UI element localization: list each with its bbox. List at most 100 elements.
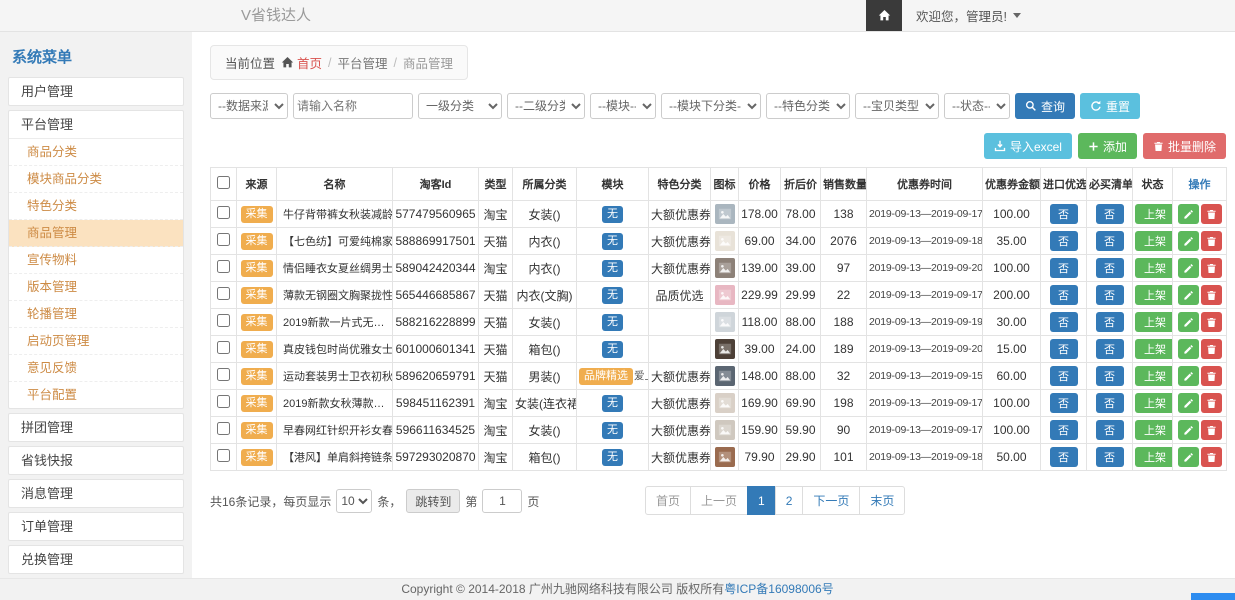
import-select-toggle[interactable]: 否 bbox=[1050, 393, 1078, 413]
edit-button[interactable] bbox=[1178, 204, 1199, 224]
user-menu[interactable]: 欢迎您，管理员! bbox=[902, 0, 1035, 31]
page-button-last[interactable]: 末页 bbox=[859, 486, 905, 515]
edit-button[interactable] bbox=[1178, 339, 1199, 359]
delete-button[interactable] bbox=[1201, 285, 1222, 305]
filter-item-type[interactable]: --宝贝类型-- bbox=[855, 93, 939, 119]
status-button[interactable]: 上架 bbox=[1135, 231, 1173, 251]
sidebar-subitem[interactable]: 模块商品分类 bbox=[9, 166, 183, 193]
status-button[interactable]: 上架 bbox=[1135, 447, 1173, 467]
filter-status[interactable]: --状态-- bbox=[944, 93, 1010, 119]
edit-button[interactable] bbox=[1178, 393, 1199, 413]
breadcrumb-home-link[interactable]: 首页 bbox=[297, 53, 322, 72]
row-checkbox[interactable] bbox=[217, 287, 230, 300]
sidebar-item[interactable]: 拼团管理 bbox=[9, 414, 183, 441]
page-button-prev[interactable]: 上一页 bbox=[690, 486, 748, 515]
page-button-page-2[interactable]: 2 bbox=[775, 486, 804, 515]
sidebar-subitem[interactable]: 意见反馈 bbox=[9, 355, 183, 382]
sidebar-subitem[interactable]: 轮播管理 bbox=[9, 301, 183, 328]
sidebar-subitem[interactable]: 宣传物料 bbox=[9, 247, 183, 274]
query-button[interactable]: 查询 bbox=[1015, 93, 1075, 119]
status-button[interactable]: 上架 bbox=[1135, 312, 1173, 332]
filter-name-input[interactable] bbox=[293, 93, 413, 119]
import-select-toggle[interactable]: 否 bbox=[1050, 420, 1078, 440]
delete-button[interactable] bbox=[1201, 258, 1222, 278]
home-button[interactable] bbox=[866, 0, 902, 31]
must-buy-toggle[interactable]: 否 bbox=[1096, 447, 1124, 467]
sidebar-item[interactable]: 兑换管理 bbox=[9, 546, 183, 573]
import-select-toggle[interactable]: 否 bbox=[1050, 339, 1078, 359]
edit-button[interactable] bbox=[1178, 366, 1199, 386]
edit-button[interactable] bbox=[1178, 420, 1199, 440]
must-buy-toggle[interactable]: 否 bbox=[1096, 204, 1124, 224]
sidebar-subitem[interactable]: 商品管理 bbox=[9, 220, 183, 247]
sidebar-subitem[interactable]: 启动页管理 bbox=[9, 328, 183, 355]
breadcrumb-platform-link[interactable]: 平台管理 bbox=[338, 53, 388, 72]
must-buy-toggle[interactable]: 否 bbox=[1096, 420, 1124, 440]
must-buy-toggle[interactable]: 否 bbox=[1096, 312, 1124, 332]
delete-button[interactable] bbox=[1201, 393, 1222, 413]
page-button-first[interactable]: 首页 bbox=[645, 486, 691, 515]
select-all-checkbox[interactable] bbox=[217, 176, 230, 189]
delete-button[interactable] bbox=[1201, 420, 1222, 440]
status-button[interactable]: 上架 bbox=[1135, 204, 1173, 224]
sidebar-subitem[interactable]: 版本管理 bbox=[9, 274, 183, 301]
filter-category-level1[interactable]: 一级分类 bbox=[418, 93, 502, 119]
add-button[interactable]: 添加 bbox=[1078, 133, 1137, 159]
import-select-toggle[interactable]: 否 bbox=[1050, 204, 1078, 224]
status-button[interactable]: 上架 bbox=[1135, 339, 1173, 359]
import-select-toggle[interactable]: 否 bbox=[1050, 285, 1078, 305]
row-checkbox[interactable] bbox=[217, 341, 230, 354]
must-buy-toggle[interactable]: 否 bbox=[1096, 258, 1124, 278]
per-page-select[interactable]: 10 bbox=[336, 489, 372, 513]
delete-button[interactable] bbox=[1201, 366, 1222, 386]
import-excel-button[interactable]: 导入excel bbox=[984, 133, 1072, 159]
status-button[interactable]: 上架 bbox=[1135, 420, 1173, 440]
status-button[interactable]: 上架 bbox=[1135, 366, 1173, 386]
delete-button[interactable] bbox=[1201, 231, 1222, 251]
filter-module-subcategory[interactable]: --模块下分类-- bbox=[661, 93, 761, 119]
must-buy-toggle[interactable]: 否 bbox=[1096, 366, 1124, 386]
status-button[interactable]: 上架 bbox=[1135, 285, 1173, 305]
row-checkbox[interactable] bbox=[217, 422, 230, 435]
row-checkbox[interactable] bbox=[217, 233, 230, 246]
row-checkbox[interactable] bbox=[217, 368, 230, 381]
delete-button[interactable] bbox=[1201, 204, 1222, 224]
batch-delete-button[interactable]: 批量删除 bbox=[1143, 133, 1226, 159]
sidebar-subitem[interactable]: 特色分类 bbox=[9, 193, 183, 220]
row-checkbox[interactable] bbox=[217, 449, 230, 462]
edit-button[interactable] bbox=[1178, 447, 1199, 467]
filter-module[interactable]: --模块-- bbox=[590, 93, 656, 119]
page-number-input[interactable] bbox=[482, 489, 522, 513]
icp-link[interactable]: 粤ICP备16098006号 bbox=[724, 582, 833, 596]
sidebar-item[interactable]: 用户管理 bbox=[9, 78, 183, 105]
edit-button[interactable] bbox=[1178, 231, 1199, 251]
sidebar-item[interactable]: 订单管理 bbox=[9, 513, 183, 540]
sidebar-item[interactable]: 省钱快报 bbox=[9, 447, 183, 474]
edit-button[interactable] bbox=[1178, 258, 1199, 278]
filter-data-source[interactable]: --数据来源-- bbox=[210, 93, 288, 119]
reset-button[interactable]: 重置 bbox=[1080, 93, 1140, 119]
delete-button[interactable] bbox=[1201, 447, 1222, 467]
jump-button[interactable]: 跳转到 bbox=[406, 489, 460, 513]
filter-category-level2[interactable]: --二级分类-- bbox=[507, 93, 585, 119]
row-checkbox[interactable] bbox=[217, 314, 230, 327]
delete-button[interactable] bbox=[1201, 312, 1222, 332]
sidebar-item[interactable]: 消息管理 bbox=[9, 480, 183, 507]
edit-button[interactable] bbox=[1178, 312, 1199, 332]
row-checkbox[interactable] bbox=[217, 260, 230, 273]
filter-feature-category[interactable]: --特色分类-- bbox=[766, 93, 850, 119]
sidebar-subitem[interactable]: 商品分类 bbox=[9, 139, 183, 166]
must-buy-toggle[interactable]: 否 bbox=[1096, 339, 1124, 359]
delete-button[interactable] bbox=[1201, 339, 1222, 359]
must-buy-toggle[interactable]: 否 bbox=[1096, 285, 1124, 305]
sidebar-subitem[interactable]: 平台配置 bbox=[9, 382, 183, 408]
must-buy-toggle[interactable]: 否 bbox=[1096, 231, 1124, 251]
row-checkbox[interactable] bbox=[217, 206, 230, 219]
edit-button[interactable] bbox=[1178, 285, 1199, 305]
import-select-toggle[interactable]: 否 bbox=[1050, 447, 1078, 467]
row-checkbox[interactable] bbox=[217, 395, 230, 408]
import-select-toggle[interactable]: 否 bbox=[1050, 231, 1078, 251]
status-button[interactable]: 上架 bbox=[1135, 393, 1173, 413]
import-select-toggle[interactable]: 否 bbox=[1050, 258, 1078, 278]
page-button-next[interactable]: 下一页 bbox=[802, 486, 860, 515]
